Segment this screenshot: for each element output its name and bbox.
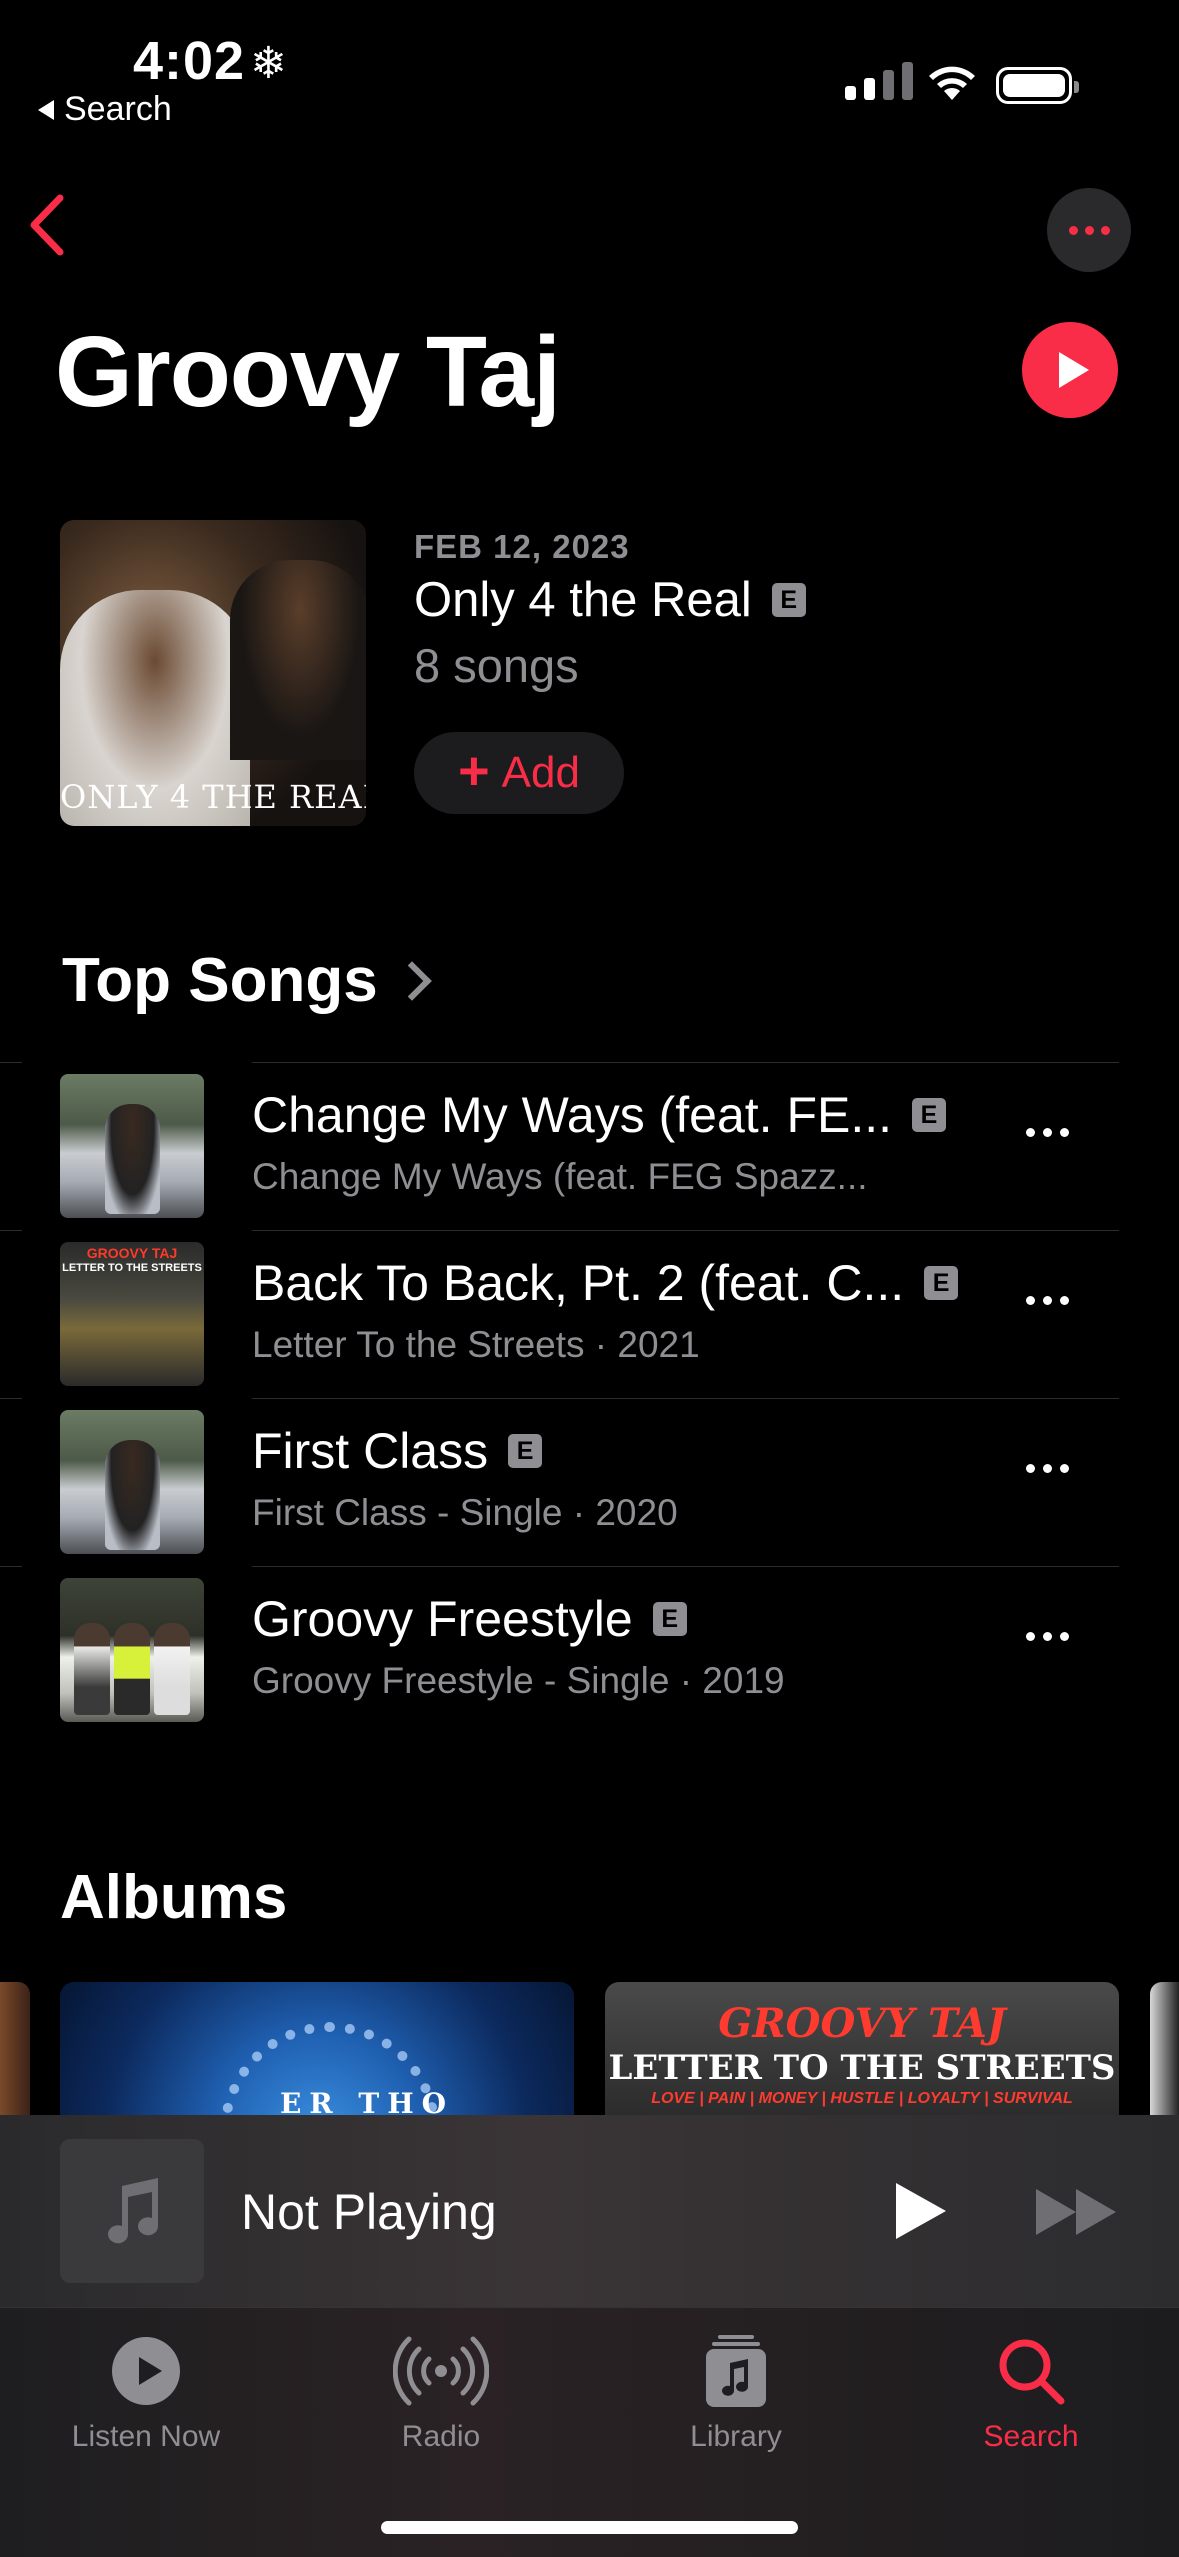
song-title: First Class [252,1423,489,1479]
explicit-badge: E [912,1098,947,1132]
album-cover-tagline: LOVE | PAIN | MONEY | HUSTLE | LOYALTY |… [651,2090,1073,2107]
tab-search[interactable]: Search [921,2328,1141,2454]
song-subtitle: Letter To the Streets · 2021 [252,1324,700,1365]
battery-icon [996,67,1079,104]
song-artwork [60,1578,204,1722]
back-to-app-link[interactable]: Search [38,90,172,129]
album-cover-title: LETTER TO THE STREETS [608,2048,1116,2088]
song-more-button[interactable] [1026,1464,1069,1473]
forward-icon [1036,2189,1076,2235]
tab-radio[interactable]: Radio [331,2328,551,2454]
plus-icon: + [458,741,490,801]
back-triangle-icon [38,99,54,120]
snowflake-icon: ❄ [250,39,287,88]
artwork-album-text: LETTER TO THE STREETS [62,1262,202,1274]
albums-title: Albums [60,1863,288,1932]
play-icon [1059,352,1089,388]
latest-release-cover-text: ONLY 4 THE REAL [60,778,366,816]
back-to-app-label: Search [64,90,172,128]
music-note-icon [108,2178,159,2244]
tab-label: Search [983,2420,1079,2453]
top-songs-title: Top Songs [62,946,378,1015]
song-artwork [60,1074,204,1218]
song-more-button[interactable] [1026,1632,1069,1641]
tab-library[interactable]: Library [626,2328,846,2454]
latest-release-artwork[interactable]: ONLY 4 THE REAL [60,520,366,826]
tab-label: Radio [401,2420,481,2453]
mini-play-button[interactable] [896,2183,946,2239]
ellipsis-icon [1026,1632,1035,1641]
add-label: Add [501,748,580,797]
explicit-badge: E [924,1266,959,1300]
song-subtitle: Groovy Freestyle - Single · 2019 [252,1660,785,1701]
song-subtitle: First Class - Single · 2020 [252,1492,678,1533]
tab-listen-now[interactable]: Listen Now [36,2328,256,2454]
artwork-artist-text: GROOVY TAJ [86,1245,178,1261]
release-date: FEB 12, 2023 [414,528,630,565]
song-title: Groovy Freestyle [252,1591,633,1647]
album-card[interactable]: GROOVY TAJ LETTER TO THE STREETS LOVE | … [605,1982,1119,2122]
release-title-row[interactable]: Only 4 the Real E [414,572,806,628]
song-more-button[interactable] [1026,1296,1069,1305]
explicit-badge: E [652,1602,687,1636]
ellipsis-icon [1026,1128,1035,1137]
song-subtitle: Change My Ways (feat. FEG Spazz... [252,1156,868,1197]
song-artwork [60,1410,204,1554]
mini-player[interactable]: Not Playing [0,2115,1179,2307]
song-row[interactable]: GROOVY TAJ LETTER TO THE STREETS Back To… [0,1230,1179,1398]
ellipsis-icon [1068,225,1078,235]
skip-forward-button[interactable] [1036,2189,1116,2235]
explicit-badge: E [508,1434,543,1468]
song-row[interactable]: First Class E First Class - Single · 2020 [0,1398,1179,1566]
album-cover-artist: GROOVY TAJ [718,2000,1006,2047]
chevron-right-icon [391,960,432,1001]
top-songs-header[interactable]: Top Songs [62,945,432,1016]
play-circle-icon [36,2328,256,2414]
library-icon [626,2328,846,2414]
tab-label: Listen Now [71,2420,221,2453]
album-card[interactable]: ER THO [60,1982,574,2122]
song-more-button[interactable] [1026,1128,1069,1137]
search-icon [921,2328,1141,2414]
album-card-partial[interactable] [0,1982,30,2122]
ellipsis-icon [1026,1464,1035,1473]
release-title: Only 4 the Real [414,573,752,627]
tab-bar: Listen Now Radio Library Search [0,2307,1179,2557]
song-title: Change My Ways (feat. FE... [252,1087,893,1143]
mini-player-label: Not Playing [241,2184,497,2240]
play-artist-button[interactable] [1022,322,1118,418]
song-artwork: GROOVY TAJ LETTER TO THE STREETS [60,1242,204,1386]
status-time: 4:02 [133,31,246,91]
tab-label: Library [690,2420,782,2453]
song-row[interactable]: Groovy Freestyle E Groovy Freestyle - Sin… [0,1566,1179,1734]
home-indicator[interactable] [381,2521,798,2534]
more-options-button[interactable] [1047,188,1131,272]
wifi-icon [926,60,978,107]
back-button[interactable] [22,190,72,265]
ellipsis-icon [1026,1296,1035,1305]
song-row[interactable]: Change My Ways (feat. FE... E Change My W… [0,1062,1179,1230]
explicit-badge: E [771,583,806,617]
add-release-button[interactable]: + Add [414,732,624,814]
chevron-left-icon [30,194,64,256]
radio-icon [331,2328,551,2414]
mini-player-artwork [60,2139,204,2283]
album-card-partial[interactable] [1150,1982,1179,2122]
artist-name: Groovy Taj [55,316,561,428]
release-song-count: 8 songs [414,639,579,692]
song-title: Back To Back, Pt. 2 (feat. C... [252,1255,905,1311]
cellular-signal-icon [845,62,913,100]
